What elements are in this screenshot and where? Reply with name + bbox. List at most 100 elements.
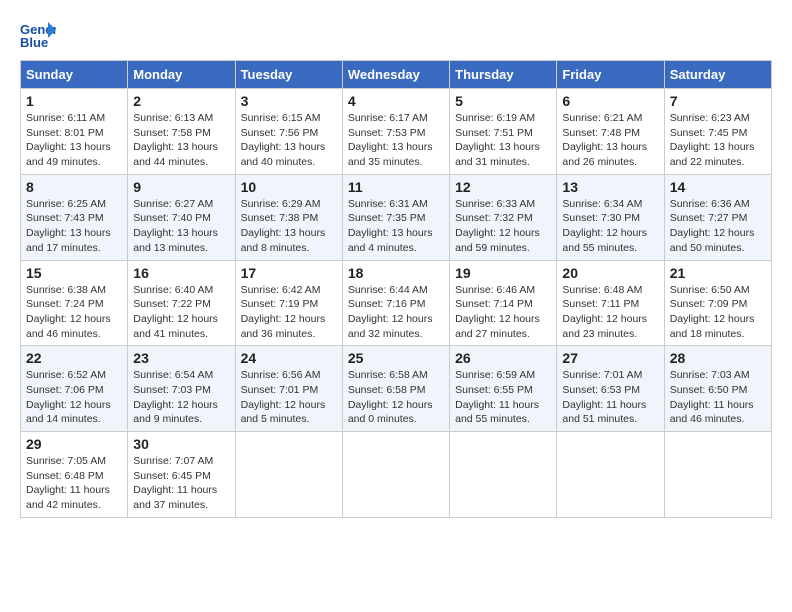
calendar-cell: 11 Sunrise: 6:31 AM Sunset: 7:35 PM Dayli…: [342, 174, 449, 260]
calendar-cell: 1 Sunrise: 6:11 AM Sunset: 8:01 PM Daylig…: [21, 89, 128, 175]
page-header: General Blue: [20, 20, 772, 50]
day-number: 9: [133, 179, 229, 195]
day-info: Sunrise: 6:15 AM Sunset: 7:56 PM Dayligh…: [241, 111, 337, 170]
day-info: Sunrise: 6:13 AM Sunset: 7:58 PM Dayligh…: [133, 111, 229, 170]
day-info: Sunrise: 6:29 AM Sunset: 7:38 PM Dayligh…: [241, 197, 337, 256]
day-number: 29: [26, 436, 122, 452]
day-info: Sunrise: 6:23 AM Sunset: 7:45 PM Dayligh…: [670, 111, 766, 170]
calendar-cell: 20 Sunrise: 6:48 AM Sunset: 7:11 PM Dayli…: [557, 260, 664, 346]
day-info: Sunrise: 6:25 AM Sunset: 7:43 PM Dayligh…: [26, 197, 122, 256]
day-number: 18: [348, 265, 444, 281]
day-number: 7: [670, 93, 766, 109]
calendar-cell: 23 Sunrise: 6:54 AM Sunset: 7:03 PM Dayli…: [128, 346, 235, 432]
day-info: Sunrise: 6:38 AM Sunset: 7:24 PM Dayligh…: [26, 283, 122, 342]
logo-icon: General Blue: [20, 20, 56, 50]
day-info: Sunrise: 6:36 AM Sunset: 7:27 PM Dayligh…: [670, 197, 766, 256]
weekday-header-saturday: Saturday: [664, 61, 771, 89]
day-info: Sunrise: 6:56 AM Sunset: 7:01 PM Dayligh…: [241, 368, 337, 427]
svg-text:Blue: Blue: [20, 35, 48, 50]
calendar-cell: [235, 432, 342, 518]
day-info: Sunrise: 6:40 AM Sunset: 7:22 PM Dayligh…: [133, 283, 229, 342]
day-number: 27: [562, 350, 658, 366]
day-number: 6: [562, 93, 658, 109]
day-number: 23: [133, 350, 229, 366]
day-number: 26: [455, 350, 551, 366]
day-info: Sunrise: 6:27 AM Sunset: 7:40 PM Dayligh…: [133, 197, 229, 256]
day-info: Sunrise: 7:07 AM Sunset: 6:45 PM Dayligh…: [133, 454, 229, 513]
calendar-cell: 12 Sunrise: 6:33 AM Sunset: 7:32 PM Dayli…: [450, 174, 557, 260]
week-row-4: 22 Sunrise: 6:52 AM Sunset: 7:06 PM Dayli…: [21, 346, 772, 432]
calendar-cell: 16 Sunrise: 6:40 AM Sunset: 7:22 PM Dayli…: [128, 260, 235, 346]
calendar-cell: 29 Sunrise: 7:05 AM Sunset: 6:48 PM Dayli…: [21, 432, 128, 518]
day-info: Sunrise: 6:17 AM Sunset: 7:53 PM Dayligh…: [348, 111, 444, 170]
day-info: Sunrise: 6:48 AM Sunset: 7:11 PM Dayligh…: [562, 283, 658, 342]
day-number: 11: [348, 179, 444, 195]
day-number: 12: [455, 179, 551, 195]
calendar-cell: 7 Sunrise: 6:23 AM Sunset: 7:45 PM Daylig…: [664, 89, 771, 175]
weekday-header-tuesday: Tuesday: [235, 61, 342, 89]
calendar-cell: 28 Sunrise: 7:03 AM Sunset: 6:50 PM Dayli…: [664, 346, 771, 432]
day-number: 14: [670, 179, 766, 195]
logo: General Blue: [20, 20, 56, 50]
day-info: Sunrise: 7:05 AM Sunset: 6:48 PM Dayligh…: [26, 454, 122, 513]
calendar-cell: 26 Sunrise: 6:59 AM Sunset: 6:55 PM Dayli…: [450, 346, 557, 432]
day-info: Sunrise: 6:31 AM Sunset: 7:35 PM Dayligh…: [348, 197, 444, 256]
calendar-cell: [342, 432, 449, 518]
day-number: 24: [241, 350, 337, 366]
calendar-cell: 30 Sunrise: 7:07 AM Sunset: 6:45 PM Dayli…: [128, 432, 235, 518]
calendar-cell: 18 Sunrise: 6:44 AM Sunset: 7:16 PM Dayli…: [342, 260, 449, 346]
day-info: Sunrise: 6:58 AM Sunset: 6:58 PM Dayligh…: [348, 368, 444, 427]
day-number: 19: [455, 265, 551, 281]
day-number: 4: [348, 93, 444, 109]
week-row-3: 15Sunrise: 6:38 AM Sunset: 7:24 PM Dayli…: [21, 260, 772, 346]
calendar-cell: 24 Sunrise: 6:56 AM Sunset: 7:01 PM Dayli…: [235, 346, 342, 432]
calendar-cell: 9 Sunrise: 6:27 AM Sunset: 7:40 PM Daylig…: [128, 174, 235, 260]
day-number: 20: [562, 265, 658, 281]
day-number: 17: [241, 265, 337, 281]
calendar-cell: [557, 432, 664, 518]
day-number: 16: [133, 265, 229, 281]
calendar-cell: 4 Sunrise: 6:17 AM Sunset: 7:53 PM Daylig…: [342, 89, 449, 175]
calendar-cell: 17 Sunrise: 6:42 AM Sunset: 7:19 PM Dayli…: [235, 260, 342, 346]
calendar-cell: 13Sunrise: 6:34 AM Sunset: 7:30 PM Dayli…: [557, 174, 664, 260]
day-number: 28: [670, 350, 766, 366]
day-info: Sunrise: 6:11 AM Sunset: 8:01 PM Dayligh…: [26, 111, 122, 170]
day-info: Sunrise: 6:33 AM Sunset: 7:32 PM Dayligh…: [455, 197, 551, 256]
calendar-cell: 6 Sunrise: 6:21 AM Sunset: 7:48 PM Daylig…: [557, 89, 664, 175]
day-info: Sunrise: 6:52 AM Sunset: 7:06 PM Dayligh…: [26, 368, 122, 427]
calendar-cell: 2Sunrise: 6:13 AM Sunset: 7:58 PM Daylig…: [128, 89, 235, 175]
calendar-table: SundayMondayTuesdayWednesdayThursdayFrid…: [20, 60, 772, 518]
calendar-cell: 25 Sunrise: 6:58 AM Sunset: 6:58 PM Dayli…: [342, 346, 449, 432]
weekday-header-wednesday: Wednesday: [342, 61, 449, 89]
weekday-header-monday: Monday: [128, 61, 235, 89]
weekday-header-thursday: Thursday: [450, 61, 557, 89]
day-info: Sunrise: 7:03 AM Sunset: 6:50 PM Dayligh…: [670, 368, 766, 427]
day-info: Sunrise: 6:42 AM Sunset: 7:19 PM Dayligh…: [241, 283, 337, 342]
week-row-5: 29 Sunrise: 7:05 AM Sunset: 6:48 PM Dayli…: [21, 432, 772, 518]
calendar-cell: 10 Sunrise: 6:29 AM Sunset: 7:38 PM Dayli…: [235, 174, 342, 260]
weekday-header-row: SundayMondayTuesdayWednesdayThursdayFrid…: [21, 61, 772, 89]
day-info: Sunrise: 6:59 AM Sunset: 6:55 PM Dayligh…: [455, 368, 551, 427]
calendar-cell: 5Sunrise: 6:19 AM Sunset: 7:51 PM Daylig…: [450, 89, 557, 175]
day-number: 25: [348, 350, 444, 366]
day-info: Sunrise: 6:50 AM Sunset: 7:09 PM Dayligh…: [670, 283, 766, 342]
calendar-cell: 3 Sunrise: 6:15 AM Sunset: 7:56 PM Daylig…: [235, 89, 342, 175]
week-row-1: 1 Sunrise: 6:11 AM Sunset: 8:01 PM Daylig…: [21, 89, 772, 175]
calendar-cell: [450, 432, 557, 518]
day-number: 30: [133, 436, 229, 452]
day-number: 10: [241, 179, 337, 195]
day-info: Sunrise: 6:44 AM Sunset: 7:16 PM Dayligh…: [348, 283, 444, 342]
calendar-cell: [664, 432, 771, 518]
weekday-header-sunday: Sunday: [21, 61, 128, 89]
day-number: 8: [26, 179, 122, 195]
day-info: Sunrise: 6:21 AM Sunset: 7:48 PM Dayligh…: [562, 111, 658, 170]
calendar-cell: 14 Sunrise: 6:36 AM Sunset: 7:27 PM Dayli…: [664, 174, 771, 260]
calendar-cell: 21Sunrise: 6:50 AM Sunset: 7:09 PM Dayli…: [664, 260, 771, 346]
day-info: Sunrise: 6:19 AM Sunset: 7:51 PM Dayligh…: [455, 111, 551, 170]
day-info: Sunrise: 6:54 AM Sunset: 7:03 PM Dayligh…: [133, 368, 229, 427]
day-number: 22: [26, 350, 122, 366]
day-number: 3: [241, 93, 337, 109]
calendar-cell: 8 Sunrise: 6:25 AM Sunset: 7:43 PM Daylig…: [21, 174, 128, 260]
day-number: 1: [26, 93, 122, 109]
calendar-cell: 15Sunrise: 6:38 AM Sunset: 7:24 PM Dayli…: [21, 260, 128, 346]
